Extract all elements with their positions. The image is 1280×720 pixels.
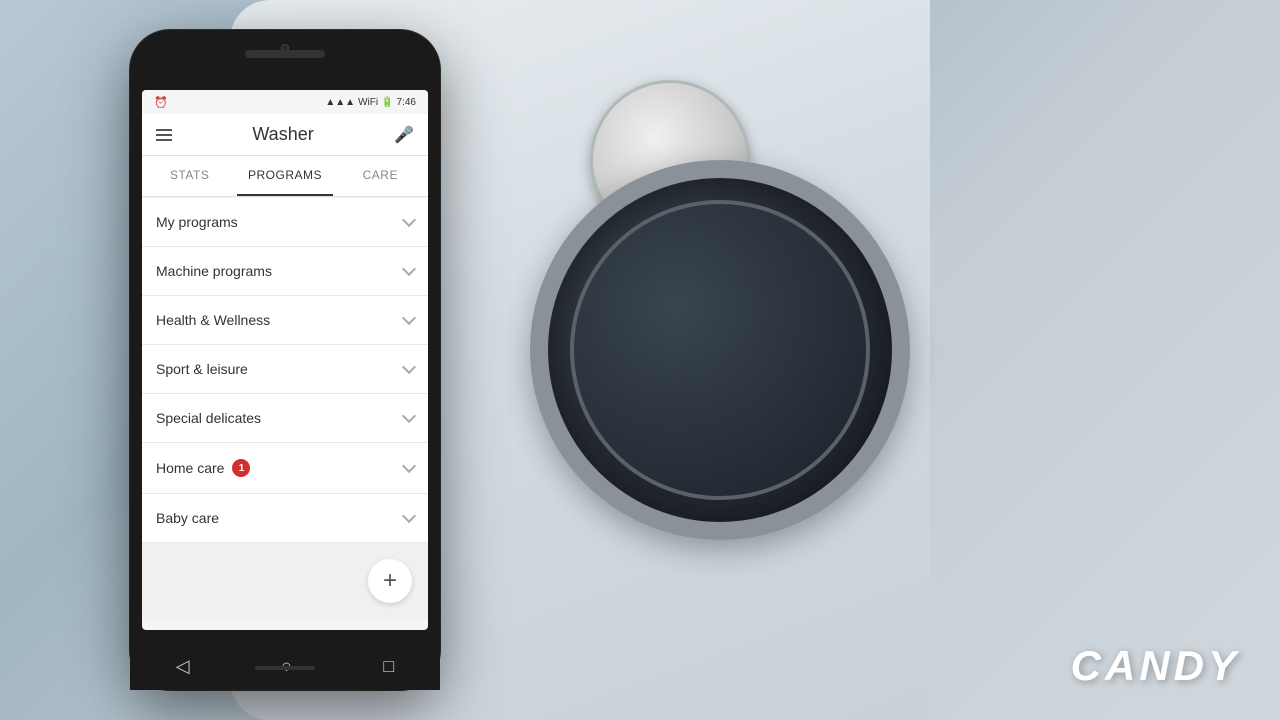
notification-badge: 1	[232, 459, 250, 477]
chevron-down-icon	[402, 360, 416, 374]
wifi-icon: WiFi	[358, 97, 378, 108]
tab-care[interactable]: CARE	[333, 156, 428, 196]
chevron-down-icon	[402, 509, 416, 523]
tab-bar: STATS PROGRAMS CARE	[142, 156, 428, 197]
app-header: Washer 🎤	[142, 114, 428, 156]
list-item[interactable]: Health & Wellness	[142, 296, 428, 345]
hamburger-line-1	[156, 129, 172, 131]
list-item[interactable]: Machine programs	[142, 247, 428, 296]
programs-list: My programs Machine programs Health & We…	[142, 198, 428, 619]
list-item[interactable]: Sport & leisure	[142, 345, 428, 394]
time-display: 7:46	[397, 97, 416, 108]
app-title: Washer	[252, 124, 313, 145]
list-item-home-care[interactable]: Home care 1	[142, 443, 428, 494]
phone-speaker	[245, 50, 325, 58]
back-button[interactable]: ◁	[176, 656, 190, 677]
hamburger-line-2	[156, 134, 172, 136]
candy-logo: CANDY	[1071, 642, 1240, 690]
list-item[interactable]: Special delicates	[142, 394, 428, 443]
tab-programs[interactable]: PROGRAMS	[237, 156, 332, 196]
add-button-container: +	[142, 543, 428, 619]
chevron-down-icon	[402, 409, 416, 423]
mic-icon[interactable]: 🎤	[394, 125, 414, 145]
chevron-down-icon	[402, 459, 416, 473]
signal-icon: ▲▲▲	[325, 97, 355, 108]
battery-icon: 🔋	[381, 97, 393, 108]
machine-drum-inner	[570, 200, 870, 500]
list-item[interactable]: Baby care	[142, 494, 428, 543]
chevron-down-icon	[402, 262, 416, 276]
add-program-button[interactable]: +	[368, 559, 412, 603]
list-item[interactable]: My programs	[142, 198, 428, 247]
phone-body: ⏰ ▲▲▲ WiFi 🔋 7:46 Washer 🎤	[130, 30, 440, 690]
program-label: My programs	[156, 214, 238, 230]
program-label: Special delicates	[156, 410, 261, 426]
program-label: Health & Wellness	[156, 312, 270, 328]
menu-button[interactable]	[156, 129, 172, 141]
chevron-down-icon	[402, 311, 416, 325]
status-icons: ▲▲▲ WiFi 🔋 7:46	[325, 97, 416, 108]
phone-screen: ⏰ ▲▲▲ WiFi 🔋 7:46 Washer 🎤	[142, 90, 428, 630]
program-label: Baby care	[156, 510, 219, 526]
status-alarm-icon: ⏰	[154, 96, 168, 109]
chevron-down-icon	[402, 213, 416, 227]
status-bar: ⏰ ▲▲▲ WiFi 🔋 7:46	[142, 90, 428, 114]
phone-bottom-bar	[255, 666, 315, 670]
machine-drum	[530, 160, 910, 540]
recent-apps-button[interactable]: □	[383, 656, 394, 677]
program-label: Machine programs	[156, 263, 272, 279]
tab-stats[interactable]: STATS	[142, 156, 237, 196]
program-label: Sport & leisure	[156, 361, 248, 377]
phone: ⏰ ▲▲▲ WiFi 🔋 7:46 Washer 🎤	[130, 30, 440, 690]
hamburger-line-3	[156, 139, 172, 141]
program-label: Home care 1	[156, 459, 250, 477]
